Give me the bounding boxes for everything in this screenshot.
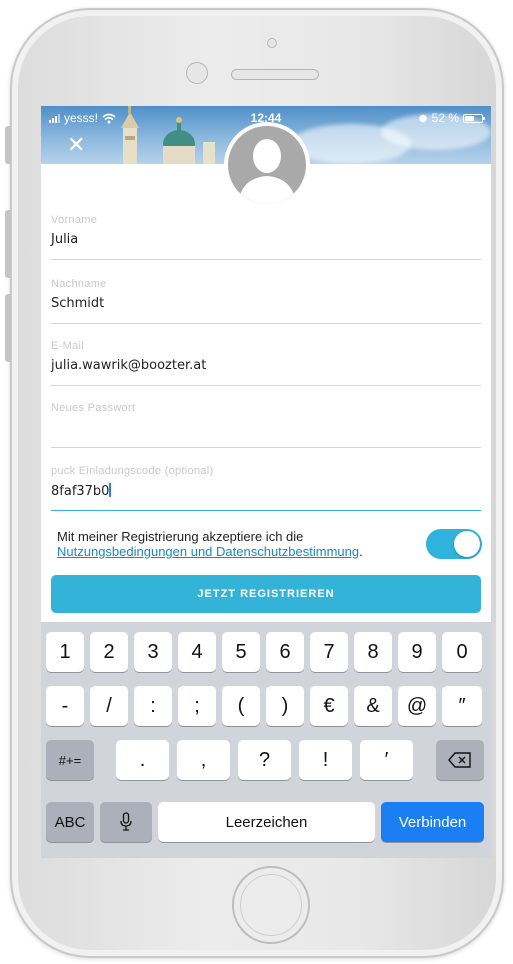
battery-icon: [463, 113, 485, 123]
avatar[interactable]: [224, 122, 310, 208]
space-key[interactable]: Leerzeichen: [158, 802, 375, 842]
alarm-icon: [418, 114, 427, 123]
status-right: 52 %: [418, 111, 485, 125]
key-6[interactable]: 6: [266, 632, 304, 672]
close-icon[interactable]: ✕: [67, 134, 85, 156]
microphone-icon: [120, 812, 132, 831]
mute-switch: [5, 126, 11, 164]
key-semicolon[interactable]: ;: [178, 686, 216, 726]
email-value: julia.wawrik@boozter.at: [51, 358, 207, 373]
key-euro[interactable]: €: [310, 686, 348, 726]
first-name-field[interactable]: Vorname Julia: [51, 214, 481, 260]
key-0[interactable]: 0: [442, 632, 482, 672]
invite-code-input[interactable]: 8faf37b0: [51, 483, 481, 499]
key-7[interactable]: 7: [310, 632, 348, 672]
person-silhouette-icon: [238, 139, 296, 204]
register-button[interactable]: JETZT REGISTRIEREN: [51, 575, 481, 613]
app-screen: yesss! 12:44 52 % ✕ Vorname Julia Nachna…: [41, 106, 491, 858]
earpiece-speaker: [231, 69, 319, 80]
consent-suffix: .: [359, 544, 363, 559]
proximity-sensor: [186, 62, 208, 84]
key-8[interactable]: 8: [354, 632, 392, 672]
key-3[interactable]: 3: [134, 632, 172, 672]
invite-code-field[interactable]: puck Einladungscode (optional) 8faf37b0: [51, 465, 481, 511]
email-field[interactable]: E-Mail julia.wawrik@boozter.at: [51, 340, 481, 386]
key-question[interactable]: ?: [238, 740, 291, 780]
battery-percentage: 52 %: [431, 111, 459, 125]
invite-code-label: puck Einladungscode (optional): [51, 465, 214, 477]
last-name-field[interactable]: Nachname Schmidt: [51, 278, 481, 324]
terms-link[interactable]: Nutzungsbedingungen und Datenschutzbesti…: [57, 544, 359, 559]
key-exclamation[interactable]: !: [299, 740, 352, 780]
key-ampersand[interactable]: &: [354, 686, 392, 726]
password-field[interactable]: Neues Passwort: [51, 402, 481, 448]
volume-up-button: [5, 210, 11, 278]
backspace-icon: [448, 752, 471, 768]
first-name-value: Julia: [51, 232, 79, 247]
backspace-key[interactable]: [436, 740, 484, 780]
key-comma[interactable]: ,: [177, 740, 230, 780]
key-4[interactable]: 4: [178, 632, 216, 672]
key-colon[interactable]: :: [134, 686, 172, 726]
invite-code-value: 8faf37b0: [51, 484, 110, 499]
key-at[interactable]: @: [398, 686, 436, 726]
key-5[interactable]: 5: [222, 632, 260, 672]
text-cursor: [109, 483, 112, 497]
key-period[interactable]: .: [116, 740, 169, 780]
key-apostrophe[interactable]: ′: [360, 740, 413, 780]
volume-down-button: [5, 294, 11, 362]
key-more-symbols[interactable]: #+=: [46, 740, 94, 780]
first-name-label: Vorname: [51, 214, 98, 226]
dictation-key[interactable]: [100, 802, 152, 842]
key-slash[interactable]: /: [90, 686, 128, 726]
key-1[interactable]: 1: [46, 632, 84, 672]
consent-label: Mit meiner Registrierung akzeptiere ich …: [57, 529, 304, 544]
key-close-paren[interactable]: ): [266, 686, 304, 726]
key-9[interactable]: 9: [398, 632, 436, 672]
key-abc[interactable]: ABC: [46, 802, 94, 842]
key-open-paren[interactable]: (: [222, 686, 260, 726]
consent-text: Mit meiner Registrierung akzeptiere ich …: [57, 529, 429, 559]
key-minus[interactable]: -: [46, 686, 84, 726]
consent-toggle[interactable]: [426, 529, 482, 559]
home-button[interactable]: [232, 866, 310, 944]
key-2[interactable]: 2: [90, 632, 128, 672]
last-name-label: Nachname: [51, 278, 107, 290]
password-label: Neues Passwort: [51, 402, 136, 414]
last-name-value: Schmidt: [51, 296, 105, 311]
connect-key[interactable]: Verbinden: [381, 802, 484, 842]
toggle-knob: [454, 531, 480, 557]
key-quote[interactable]: ″: [442, 686, 482, 726]
email-label: E-Mail: [51, 340, 84, 352]
on-screen-keyboard: 1 2 3 4 5 6 7 8 9 0 - / : ; ( ) € & @ ″ …: [41, 622, 491, 858]
front-camera: [267, 38, 277, 48]
